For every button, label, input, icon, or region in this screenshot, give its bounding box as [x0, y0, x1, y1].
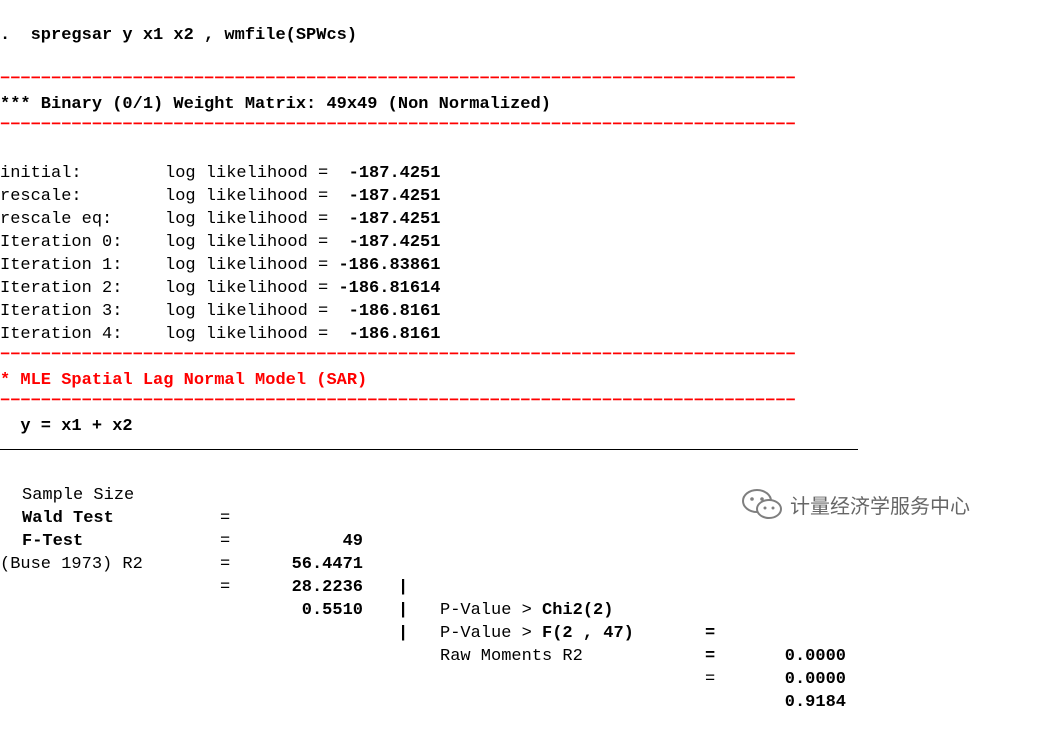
stats-row-f: F-Test = 28.2236 | P-Value > F(2 , 47) =…	[0, 507, 846, 689]
iteration-label: Iteration 3:	[0, 302, 123, 321]
separator-bottom-1: ========================================…	[0, 120, 796, 133]
iteration-text: log likelihood =	[165, 302, 339, 321]
iteration-text: log likelihood =	[165, 210, 339, 229]
buse-eq: =	[220, 578, 231, 597]
iteration-label: rescale:	[0, 187, 82, 206]
f-eq: =	[220, 555, 231, 574]
model-equation: y = x1 + x2	[0, 417, 133, 436]
iteration-value: -187.4251	[338, 210, 441, 229]
iteration-value: -187.4251	[338, 233, 441, 252]
stats-row-wald: Wald Test = 56.4471 | P-Value > Chi2(2) …	[0, 484, 846, 666]
iteration-value: -187.4251	[338, 164, 441, 183]
wald-p-eq: =	[705, 624, 716, 643]
iteration-value: -186.8161	[338, 325, 441, 344]
iteration-text: log likelihood =	[165, 187, 339, 206]
iteration-value: -186.83861	[338, 256, 441, 275]
iteration-text: log likelihood =	[165, 325, 339, 344]
iteration-label: Iteration 0:	[0, 233, 123, 252]
command-line: . spregsar y x1 x2 , wmfile(SPWcs)	[0, 26, 358, 45]
raw-eq: =	[705, 670, 716, 689]
iteration-label: Iteration 1:	[0, 256, 123, 275]
iteration-text: log likelihood =	[165, 256, 339, 275]
iteration-row: rescale: log likelihood = -187.4251	[0, 185, 440, 208]
iteration-row: Iteration 3: log likelihood = -186.8161	[0, 300, 440, 323]
iteration-label: initial:	[0, 164, 82, 183]
iteration-row: Iteration 0: log likelihood = -187.4251	[0, 231, 440, 254]
watermark-text: 计量经济学服务中心	[790, 493, 970, 518]
separator-bottom-2: ========================================…	[0, 396, 796, 409]
iteration-row: rescale eq: log likelihood = -187.4251	[0, 208, 440, 231]
iteration-value: -187.4251	[338, 187, 441, 206]
wald-value: 56.4471	[291, 555, 363, 574]
wald-divider: |	[398, 578, 409, 597]
raw-label: Raw Moments R2	[440, 647, 583, 666]
iteration-row: Iteration 1: log likelihood = -186.83861	[0, 254, 440, 277]
f-p-eq: =	[705, 647, 716, 666]
wald-p-value: 0.0000	[784, 647, 846, 666]
iteration-value: -186.8161	[338, 302, 441, 321]
iteration-text: log likelihood =	[165, 164, 339, 183]
r2-divider: |	[398, 624, 409, 643]
watermark: 计量经济学服务中心	[740, 486, 970, 522]
equation-rule	[0, 449, 858, 450]
wald-p-label: P-Value > Chi2(2)	[440, 601, 614, 620]
iteration-label: Iteration 4:	[0, 325, 123, 344]
iteration-value: -186.81614	[338, 279, 441, 298]
sample-size-eq: =	[220, 509, 231, 528]
iteration-row: Iteration 4: log likelihood = -186.8161	[0, 323, 440, 346]
raw-value: 0.9184	[784, 693, 846, 712]
weight-matrix-header: *** Binary (0/1) Weight Matrix: 49x49 (N…	[0, 95, 551, 114]
iteration-label: Iteration 2:	[0, 279, 123, 298]
stats-row-sample-size: Sample Size = 49	[0, 461, 363, 551]
iteration-text: log likelihood =	[165, 279, 339, 298]
buse-value: 0.5510	[301, 601, 363, 620]
iteration-row: Iteration 2: log likelihood = -186.81614	[0, 277, 440, 300]
model-title: * MLE Spatial Lag Normal Model (SAR)	[0, 371, 368, 390]
separator-top-2: ========================================…	[0, 350, 796, 363]
iteration-text: log likelihood =	[165, 233, 339, 252]
separator-top-1: ========================================…	[0, 74, 796, 87]
iteration-row: initial: log likelihood = -187.4251	[0, 162, 440, 185]
f-divider: |	[398, 601, 409, 620]
f-value: 28.2236	[291, 578, 363, 597]
f-p-value: 0.0000	[784, 670, 846, 689]
wechat-icon	[740, 487, 784, 521]
f-p-label: P-Value > F(2 , 47)	[440, 624, 634, 643]
iteration-label: rescale eq:	[0, 210, 113, 229]
buse-label: (Buse 1973) R2	[0, 555, 143, 574]
